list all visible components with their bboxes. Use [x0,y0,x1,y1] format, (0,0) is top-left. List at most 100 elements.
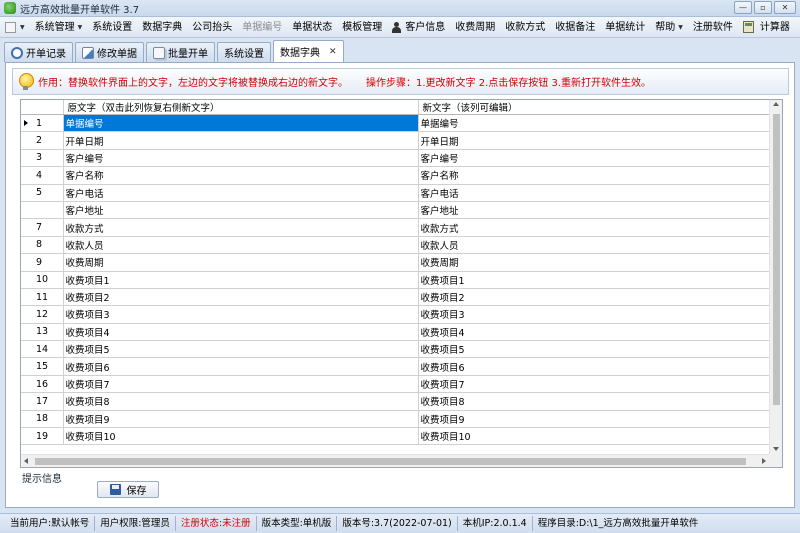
new-text-cell[interactable]: 收费项目9 [418,410,771,429]
table-row[interactable]: 12 收费项目3 收费项目3 [21,305,771,324]
menu-data-dictionary[interactable]: 数据字典 [137,17,187,38]
new-text-cell[interactable]: 单据编号 [418,114,771,133]
original-text-cell[interactable]: 开单日期 [63,131,419,150]
new-text-cell[interactable]: 收费项目4 [418,323,771,342]
original-text-cell[interactable]: 收费项目7 [63,375,419,394]
row-number-cell[interactable]: 8 [21,236,64,255]
row-number-cell[interactable]: 3 [21,149,64,168]
new-text-cell[interactable]: 开单日期 [418,131,771,150]
menu-payment-method[interactable]: 收款方式 [500,17,550,38]
restore-button[interactable]: ▫ [754,1,772,14]
menu-customer-info[interactable]: 客户信息 [387,17,450,38]
dictionary-grid[interactable]: 原文字（双击此列恢复右侧新文字） 新文字（该列可编辑） 1 单据编号 单据编号 2 开单… [20,99,783,468]
close-button[interactable]: ✕ [774,1,796,14]
table-row[interactable]: 3 客户编号 客户编号 [21,149,771,168]
table-row[interactable]: 16 收费项目7 收费项目7 [21,375,771,394]
table-row[interactable]: 4 客户名称 客户名称 [21,166,771,185]
new-text-cell[interactable]: 收费周期 [418,253,771,272]
table-row[interactable]: 19 收费项目10 收费项目10 [21,427,771,446]
original-text-cell[interactable]: 收费项目5 [63,340,419,359]
original-text-cell[interactable]: 单据编号 [63,114,419,133]
original-text-cell[interactable]: 收费项目1 [63,271,419,289]
row-number-cell[interactable]: 4 [21,166,64,185]
table-row[interactable]: 15 收费项目6 收费项目6 [21,357,771,376]
table-row[interactable]: 1 单据编号 单据编号 [21,114,771,133]
new-text-cell[interactable]: 客户编号 [418,149,771,168]
horizontal-scroll-thumb[interactable] [35,458,746,465]
table-row[interactable]: 17 收费项目8 收费项目8 [21,392,771,411]
row-number-cell[interactable]: 9 [21,253,64,272]
menu-receipt-note[interactable]: 收据备注 [550,17,600,38]
table-row[interactable]: 8 收款人员 收款人员 [21,236,771,255]
row-number-cell[interactable]: 12 [21,305,64,324]
column-header-new[interactable]: 新文字（该列可编辑） [418,100,771,115]
original-text-cell[interactable]: 收费项目9 [63,410,419,429]
row-number-cell[interactable]: 2 [21,131,64,150]
vertical-scroll-thumb[interactable] [773,114,780,405]
row-number-cell[interactable]: 13 [21,323,64,342]
new-text-cell[interactable]: 收费项目1 [418,271,771,289]
tab-system-settings[interactable]: 系统设置 [217,42,271,62]
scroll-up-icon[interactable] [773,102,779,106]
new-text-cell[interactable]: 收费项目5 [418,340,771,359]
row-number-cell[interactable]: 15 [21,357,64,376]
table-row[interactable]: 5 客户电话 客户电话 [21,184,771,202]
original-text-cell[interactable]: 收费项目8 [63,392,419,411]
tab-batch-billing[interactable]: 批量开单 [146,42,215,62]
row-number-cell[interactable] [21,201,64,220]
new-text-cell[interactable]: 收款方式 [418,218,771,237]
table-row[interactable]: 14 收费项目5 收费项目5 [21,340,771,359]
new-text-cell[interactable]: 客户地址 [418,201,771,220]
system-menu-button[interactable]: ▼ [0,17,30,38]
scroll-right-icon[interactable] [762,458,766,464]
horizontal-scrollbar[interactable] [21,454,770,467]
menu-system-manage[interactable]: 系统管理 ▼ [30,17,88,38]
table-row[interactable]: 13 收费项目4 收费项目4 [21,323,771,342]
original-text-cell[interactable]: 收费项目4 [63,323,419,342]
minimize-button[interactable]: — [734,1,752,14]
menu-template-manage[interactable]: 模板管理 [337,17,387,38]
table-row[interactable]: 9 收费周期 收费周期 [21,253,771,272]
row-number-cell[interactable]: 11 [21,288,64,307]
row-number-cell[interactable]: 7 [21,218,64,237]
tab-data-dictionary[interactable]: 数据字典 ✕ [273,40,344,62]
new-text-cell[interactable]: 收费项目7 [418,375,771,394]
original-text-cell[interactable]: 收费项目10 [63,427,419,446]
original-text-cell[interactable]: 客户名称 [63,166,419,185]
original-text-cell[interactable]: 收款人员 [63,236,419,255]
menu-register[interactable]: 注册软件 [688,17,738,38]
new-text-cell[interactable]: 客户名称 [418,166,771,185]
new-text-cell[interactable]: 收费项目8 [418,392,771,411]
save-button[interactable]: 保存 [97,481,159,498]
tab-billing-records[interactable]: 开单记录 [4,42,73,62]
close-icon[interactable]: ✕ [329,47,337,57]
new-text-cell[interactable]: 收费项目10 [418,427,771,446]
tab-edit-document[interactable]: 修改单据 [75,42,144,62]
column-header-original[interactable]: 原文字（双击此列恢复右侧新文字） [63,100,419,115]
original-text-cell[interactable]: 收费项目2 [63,288,419,307]
row-number-cell[interactable]: 1 [21,114,64,133]
original-text-cell[interactable]: 收费项目6 [63,357,419,376]
new-text-cell[interactable]: 收费项目6 [418,357,771,376]
row-number-cell[interactable]: 17 [21,392,64,411]
new-text-cell[interactable]: 客户电话 [418,184,771,202]
menu-billing-cycle[interactable]: 收费周期 [450,17,500,38]
row-number-cell[interactable]: 19 [21,427,64,446]
original-text-cell[interactable]: 客户地址 [63,201,419,220]
row-number-cell[interactable]: 10 [21,271,64,289]
menu-company-header[interactable]: 公司抬头 [187,17,237,38]
table-row[interactable]: 7 收款方式 收款方式 [21,218,771,237]
menu-document-status[interactable]: 单据状态 [287,17,337,38]
row-number-cell[interactable]: 16 [21,375,64,394]
row-number-cell[interactable]: 5 [21,184,64,202]
table-row[interactable]: 11 收费项目2 收费项目2 [21,288,771,307]
new-text-cell[interactable]: 收费项目3 [418,305,771,324]
menu-system-settings[interactable]: 系统设置 [87,17,137,38]
new-text-cell[interactable]: 收费项目2 [418,288,771,307]
original-text-cell[interactable]: 收款方式 [63,218,419,237]
scroll-down-icon[interactable] [773,447,779,451]
scroll-left-icon[interactable] [24,458,28,464]
menu-calculator[interactable]: 计算器 [738,17,795,38]
table-row[interactable]: 客户地址 客户地址 [21,201,771,220]
menu-help[interactable]: 帮助 ▼ [650,17,688,38]
